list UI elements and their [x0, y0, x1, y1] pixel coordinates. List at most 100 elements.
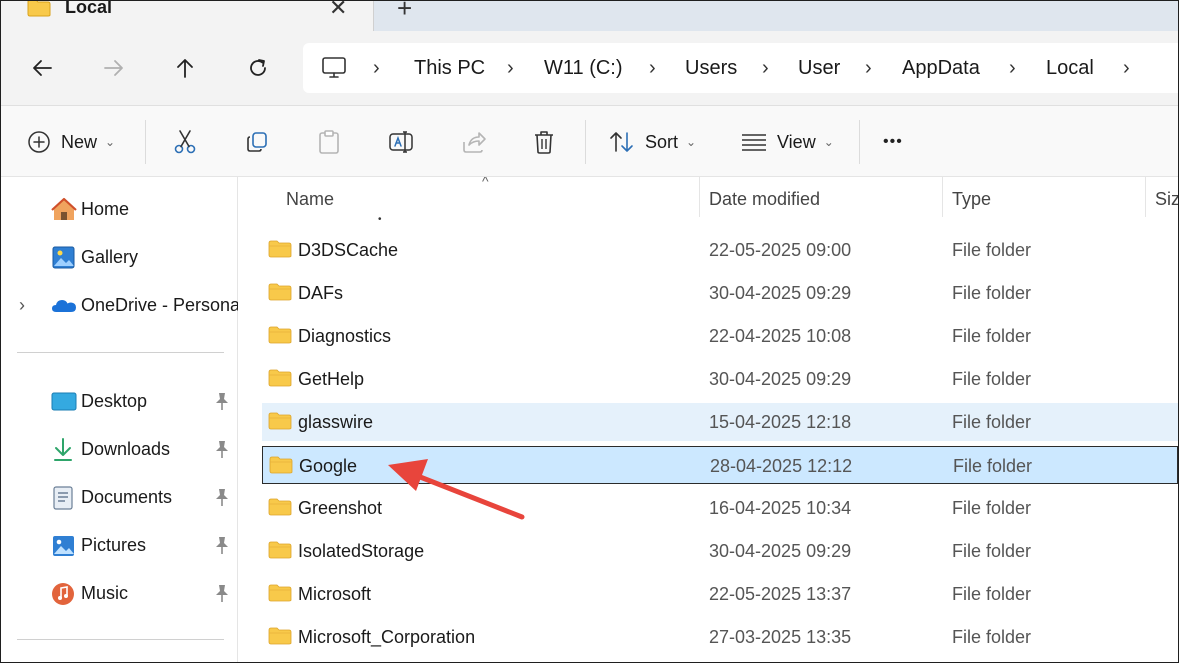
sidebar-item-music[interactable]: Music	[1, 573, 237, 613]
sort-icon	[610, 132, 633, 152]
breadcrumb-separator[interactable]: ›	[762, 57, 769, 80]
pin-icon[interactable]	[213, 583, 231, 603]
table-row[interactable]: Microsoft_Corporation 27-03-2025 13:35 Fil…	[262, 618, 1178, 656]
clipboard-icon	[319, 130, 339, 154]
sidebar-item-home[interactable]: Home	[1, 189, 237, 229]
breadcrumb-this-pc[interactable]: This PC	[414, 57, 485, 80]
view-button[interactable]: View ⌄	[741, 127, 834, 157]
breadcrumb-separator[interactable]: ›	[507, 57, 514, 80]
computer-icon	[322, 57, 346, 78]
sidebar-item-onedrive[interactable]: › OneDrive - Persona	[1, 285, 240, 325]
folder-icon	[268, 240, 292, 258]
table-row[interactable]: Microsoft 22-05-2025 13:37 File folder	[262, 575, 1178, 613]
music-icon	[52, 583, 74, 605]
onedrive-icon	[52, 300, 76, 312]
breadcrumb-separator[interactable]: ›	[1009, 57, 1016, 80]
tab-local[interactable]: Local ✕	[1, 1, 374, 31]
column-divider[interactable]	[1145, 177, 1146, 217]
folder-icon	[268, 369, 292, 387]
file-name: IsolatedStorage	[298, 541, 425, 561]
column-divider[interactable]	[699, 177, 700, 217]
sidebar-item-gallery[interactable]: Gallery	[1, 237, 237, 277]
tab-title: Local	[65, 0, 113, 17]
file-type: File folder	[952, 326, 1032, 346]
share-button[interactable]	[461, 127, 487, 157]
breadcrumb-appdata[interactable]: AppData	[902, 57, 980, 80]
table-row[interactable]: Greenshot 16-04-2025 10:34 File folder	[262, 489, 1178, 527]
table-row[interactable]: IsolatedStorage 30-04-2025 09:29 File fold…	[262, 532, 1178, 570]
refresh-button[interactable]	[243, 53, 273, 83]
breadcrumb-separator[interactable]: ›	[865, 57, 872, 80]
tab-strip: Local ✕ +	[1, 1, 1178, 31]
column-header-date-modified[interactable]: Date modified	[709, 189, 820, 210]
pin-icon[interactable]	[213, 391, 231, 411]
column-divider[interactable]	[942, 177, 943, 217]
file-name: Greenshot	[298, 498, 383, 518]
sort-button-label: Sort	[645, 131, 679, 152]
pin-icon[interactable]	[213, 439, 231, 459]
command-bar: New ⌄ Sort ⌄ View ⌄ •••	[1, 106, 1178, 177]
address-bar[interactable]: › This PC › W11 (C:) › Users › User › Ap…	[303, 43, 1178, 93]
file-date-modified: 28-04-2025 12:12	[710, 456, 853, 476]
breadcrumb-separator[interactable]: ›	[1123, 57, 1130, 80]
column-header-type[interactable]: Type	[952, 189, 991, 210]
refresh-icon	[250, 59, 266, 76]
sidebar-item-label: Documents	[81, 486, 173, 507]
new-tab-button[interactable]: +	[397, 1, 412, 24]
folder-icon	[268, 412, 292, 430]
back-button[interactable]	[27, 53, 57, 83]
folder-icon	[27, 1, 51, 17]
folder-icon	[269, 456, 293, 474]
file-name: DAFs	[298, 283, 343, 303]
pin-icon[interactable]	[213, 487, 231, 507]
more-options-button[interactable]: •••	[883, 127, 903, 157]
table-row[interactable]: D3DSCache 22-05-2025 09:00 File folder	[262, 231, 1178, 269]
delete-button[interactable]	[533, 127, 555, 157]
file-name: Google	[299, 456, 358, 476]
table-row[interactable]: DAFs 30-04-2025 09:29 File folder	[262, 274, 1178, 312]
sidebar-item-downloads[interactable]: Downloads	[1, 429, 237, 469]
breadcrumb-separator[interactable]: ›	[373, 57, 380, 80]
trash-icon	[535, 131, 553, 154]
cut-button[interactable]	[173, 127, 197, 157]
sidebar-item-documents[interactable]: Documents	[1, 477, 237, 517]
file-date-modified: 22-04-2025 10:08	[709, 326, 852, 346]
file-date-modified: 30-04-2025 09:29	[709, 369, 852, 389]
pin-icon[interactable]	[213, 535, 231, 555]
file-name: Diagnostics	[298, 326, 392, 346]
new-button[interactable]: New ⌄	[27, 127, 115, 157]
breadcrumb-separator[interactable]: ›	[649, 57, 656, 80]
expand-chevron-icon[interactable]: ›	[19, 295, 25, 316]
sort-button[interactable]: Sort ⌄	[609, 127, 696, 157]
column-header-name[interactable]: Name	[286, 189, 334, 210]
paste-button[interactable]	[317, 127, 341, 157]
sort-ascending-icon: ^	[482, 177, 489, 189]
sidebar-item-pictures[interactable]: Pictures	[1, 525, 237, 565]
table-row[interactable]: glasswire 15-04-2025 12:18 File folder	[262, 403, 1178, 441]
scissors-icon	[174, 130, 196, 154]
breadcrumb-users[interactable]: Users	[685, 57, 737, 80]
rename-button[interactable]	[388, 127, 414, 157]
table-row[interactable]: Diagnostics 22-04-2025 10:08 File folder	[262, 317, 1178, 355]
close-tab-button[interactable]: ✕	[329, 1, 347, 21]
table-row[interactable]: Google 28-04-2025 12:12 File folder	[262, 446, 1178, 484]
navigation-pane: Home Gallery › OneDrive - Persona Deskto…	[1, 177, 240, 662]
desktop-icon	[51, 392, 77, 411]
sidebar-divider	[17, 352, 224, 353]
sidebar-item-desktop[interactable]: Desktop	[1, 381, 237, 421]
sidebar-item-label: Home	[81, 198, 130, 219]
breadcrumb-user[interactable]: User	[798, 57, 840, 80]
breadcrumb-drive[interactable]: W11 (C:)	[544, 57, 623, 80]
forward-button[interactable]	[99, 53, 129, 83]
table-row[interactable]: GetHelp 30-04-2025 09:29 File folder	[262, 360, 1178, 398]
breadcrumb-local[interactable]: Local	[1046, 57, 1094, 80]
copy-button[interactable]	[245, 127, 269, 157]
rename-icon	[389, 131, 413, 153]
file-date-modified: 15-04-2025 12:18	[709, 412, 852, 432]
column-header-size[interactable]: Siz	[1155, 189, 1178, 210]
gallery-icon	[52, 246, 75, 269]
view-button-label: View	[777, 131, 816, 152]
chevron-down-icon: ⌄	[823, 135, 834, 149]
up-button[interactable]	[170, 53, 200, 83]
copy-icon	[247, 132, 267, 152]
